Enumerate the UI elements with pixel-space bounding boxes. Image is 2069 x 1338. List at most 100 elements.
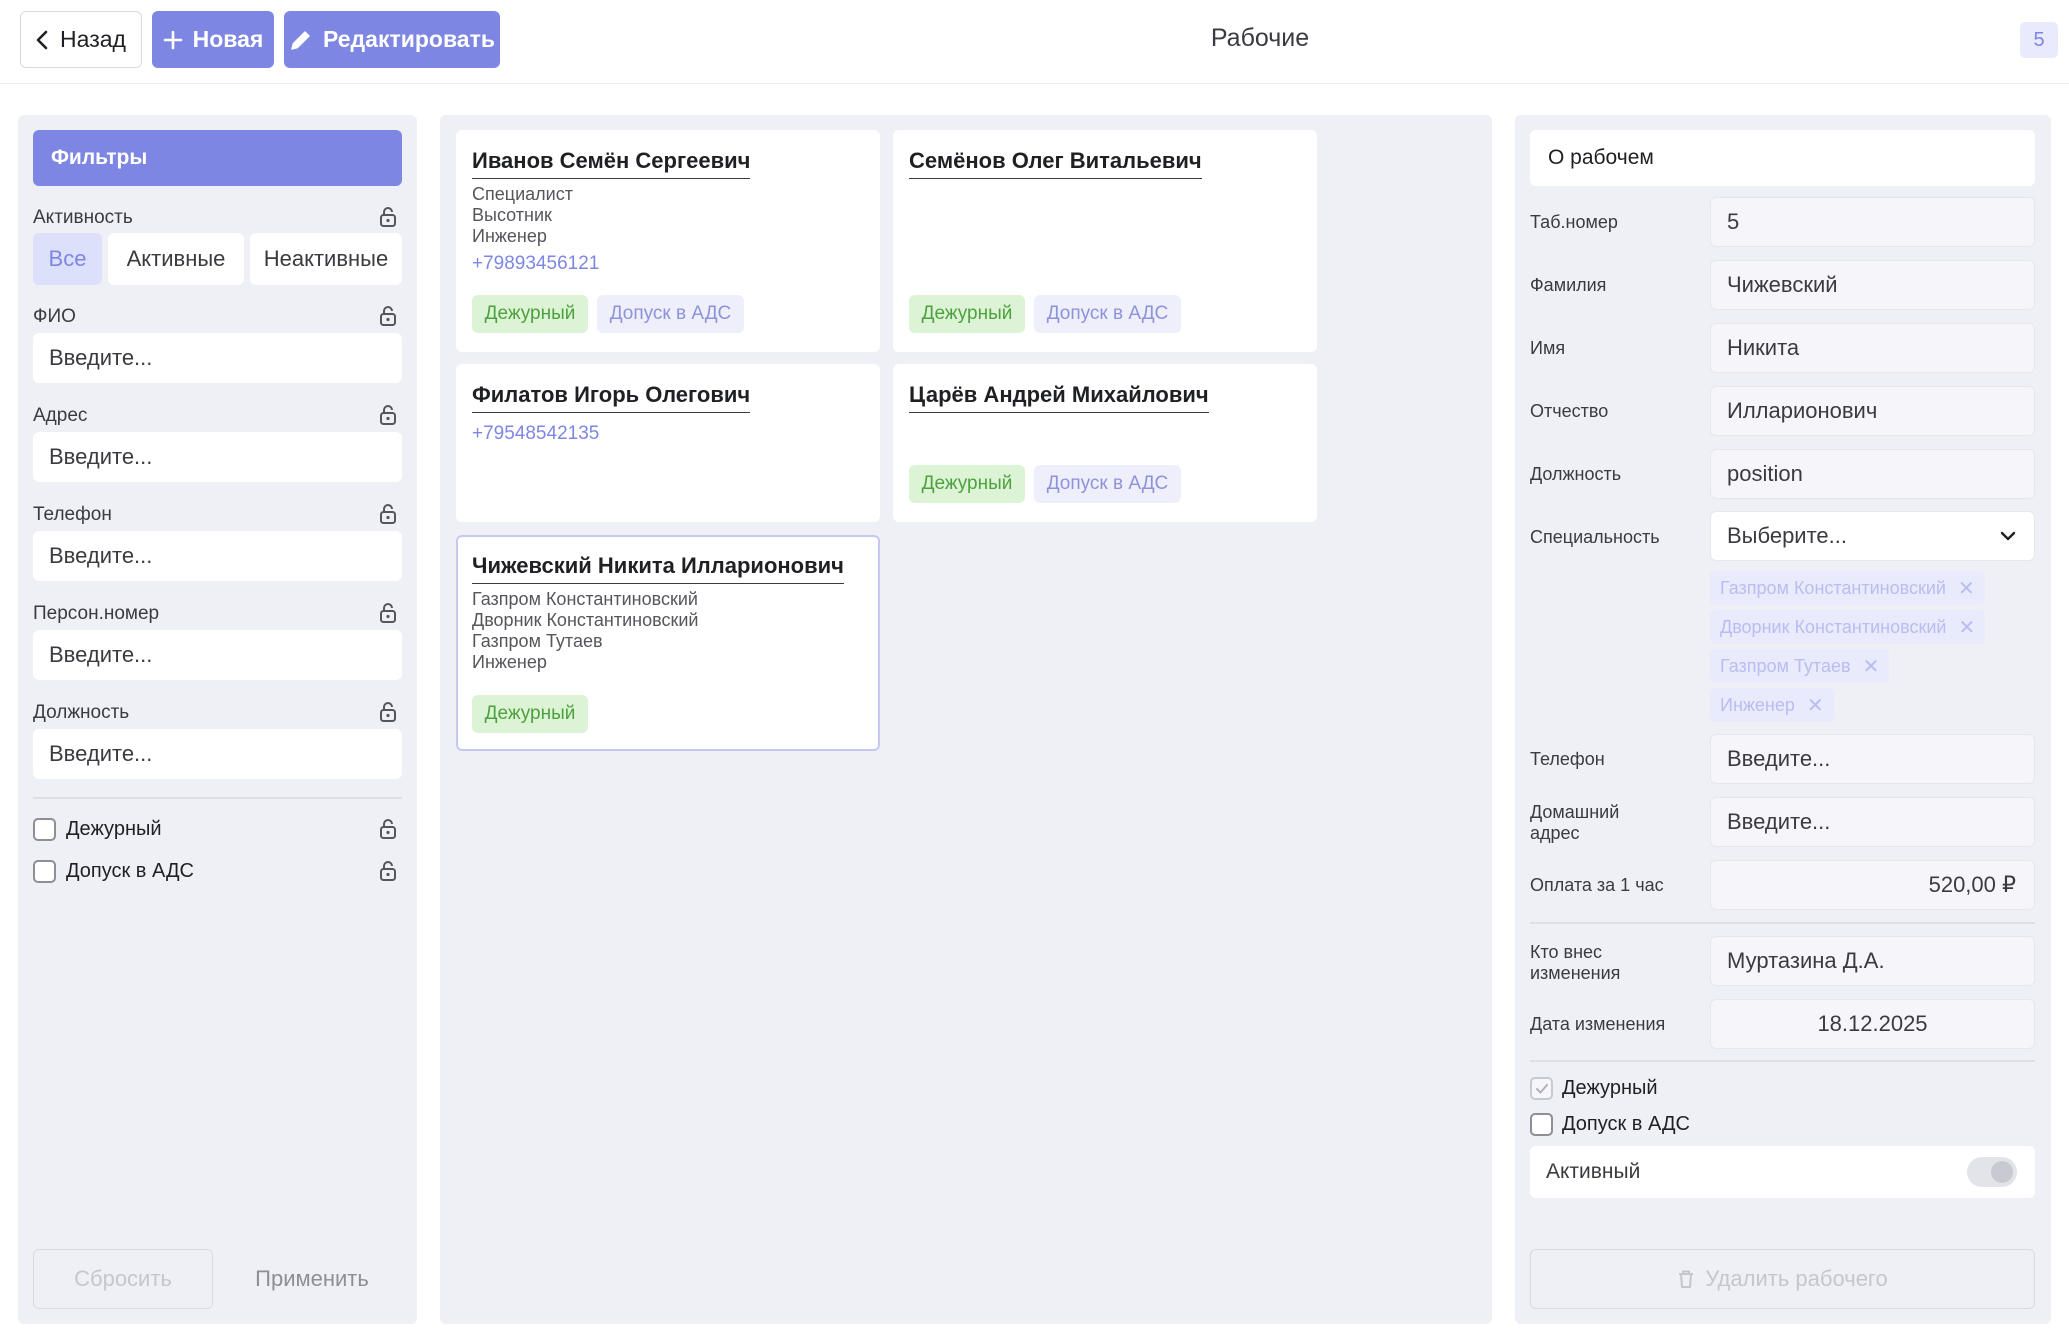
change-date-label: Дата изменения [1530,1014,1666,1034]
worker-card[interactable]: Филатов Игорь Олегович +79548542135 [456,364,880,522]
address-input[interactable]: Введите... [33,432,402,482]
details-divider [1530,1060,2035,1062]
home-address-label-line: Домашний [1530,802,1620,822]
position-label: Должность [1530,464,1622,484]
close-icon[interactable]: ✕ [1807,693,1824,718]
duty-checkbox-checked[interactable] [1530,1077,1553,1100]
phone-input[interactable]: Введите... [33,531,402,581]
worker-card[interactable]: Иванов Семён Сергеевич Специалист Высотн… [456,130,880,352]
lock-icon[interactable] [378,701,398,723]
worker-card-role: Специалист [472,184,573,204]
close-icon[interactable]: ✕ [1958,615,1975,640]
worker-details-title: О рабочем [1530,130,2035,186]
changed-by-field: Муртазина Д.А. [1710,936,2035,986]
ads-tag: Допуск в АДС [1034,465,1181,503]
specialty-chip: Дворник Константиновский ✕ [1710,610,1986,644]
delete-worker-button[interactable]: Удалить рабочего [1530,1249,2035,1309]
apply-button[interactable]: Применить [222,1249,402,1309]
person-number-label: Персон.номер [33,603,160,624]
last-name-field[interactable]: Чижевский [1710,260,2035,310]
worker-card-roles: Газпром Константиновский Дворник Констан… [472,589,698,673]
fio-label: ФИО [33,306,76,327]
specialty-chip: Газпром Константиновский ✕ [1710,571,1985,605]
new-button-label: Новая [192,26,264,52]
lock-icon[interactable] [378,602,398,624]
close-icon[interactable]: ✕ [1863,654,1880,679]
ads-tag: Допуск в АДС [1034,295,1181,333]
ads-checkbox[interactable] [1530,1113,1553,1136]
duty-label: Дежурный [1562,1077,1658,1099]
lock-icon[interactable] [378,305,398,327]
tab-number-field[interactable]: 5 [1710,197,2035,247]
specialty-chip-label: Дворник Константиновский [1720,616,1947,637]
specialty-label: Специальность [1530,527,1660,547]
first-name-field[interactable]: Никита [1710,323,2035,373]
page-title: Рабочие [1210,24,1310,52]
edit-button[interactable]: Редактировать [284,11,500,68]
changed-by-label: Кто внес изменения [1530,942,1620,984]
lock-icon[interactable] [378,503,398,525]
trash-icon [1679,1270,1694,1288]
worker-card-role: Газпром Тутаев [472,631,603,651]
count-badge: 5 [2020,22,2058,58]
last-name-label: Фамилия [1530,275,1607,295]
activity-option-inactive[interactable]: Неактивные [250,233,402,285]
position-input[interactable]: Введите... [33,729,402,779]
filters-divider [33,797,402,799]
rate-field[interactable]: 520,00 ₽ [1710,860,2035,910]
duty-tag: Дежурный [472,295,588,333]
active-toggle[interactable] [1967,1157,2017,1187]
chevron-left-icon [36,30,48,49]
back-button[interactable]: Назад [20,11,142,68]
filters-title: Фильтры [33,130,402,186]
worker-card[interactable]: Царёв Андрей Михайлович Дежурный Допуск … [893,364,1317,522]
home-address-field[interactable]: Введите... [1710,797,2035,847]
specialty-chip-label: Инженер [1720,694,1795,715]
duty-tag: Дежурный [909,295,1025,333]
worker-card[interactable]: Семёнов Олег Витальевич Дежурный Допуск … [893,130,1317,352]
worker-card-name: Филатов Игорь Олегович [472,382,751,413]
lock-icon[interactable] [378,818,398,840]
address-label: Адрес [33,405,88,426]
person-number-input[interactable]: Введите... [33,630,402,680]
ads-checkbox[interactable] [33,860,56,883]
duty-tag: Дежурный [472,695,588,733]
lock-icon[interactable] [378,206,398,228]
lock-icon[interactable] [378,404,398,426]
lock-icon[interactable] [378,860,398,882]
worker-card-role: Дворник Константиновский [472,610,699,630]
patronymic-field[interactable]: Илларионович [1710,386,2035,436]
details-divider [1530,922,2035,924]
activity-segmented-control: Все Активные Неактивные [33,233,402,285]
worker-card-name: Иванов Семён Сергеевич [472,148,751,179]
tab-number-label: Таб.номер [1530,212,1618,232]
specialty-select[interactable]: Выберите... [1710,511,2035,561]
plus-icon [163,30,182,49]
worker-card-name: Царёв Андрей Михайлович [909,382,1209,413]
toggle-knob [1991,1161,2013,1183]
fio-input[interactable]: Введите... [33,333,402,383]
close-icon[interactable]: ✕ [1958,576,1975,601]
activity-option-all[interactable]: Все [33,233,102,285]
phone-label: Телефон [33,504,112,525]
active-label: Активный [1546,1160,1641,1183]
reset-button[interactable]: Сбросить [33,1249,213,1309]
ads-checkbox-label: Допуск в АДС [66,860,194,882]
home-address-label: Домашний адрес [1530,802,1619,844]
worker-card-phone: +79893456121 [472,253,600,274]
worker-card-role: Высотник [472,205,552,225]
first-name-label: Имя [1530,338,1566,358]
worker-card-role: Инженер [472,652,547,672]
activity-option-active[interactable]: Активные [108,233,244,285]
position-field[interactable]: position [1710,449,2035,499]
back-button-label: Назад [60,26,126,52]
new-worker-button[interactable]: Новая [152,11,274,68]
phone-field[interactable]: Введите... [1710,734,2035,784]
worker-card-phone: +79548542135 [472,423,600,444]
rate-label: Оплата за 1 час [1530,875,1664,895]
delete-worker-label: Удалить рабочего [1705,1266,1888,1291]
position-label: Должность [33,702,130,723]
changed-by-label-line: Кто внес [1530,942,1603,962]
worker-card-selected[interactable]: Чижевский Никита Илларионович Газпром Ко… [456,535,880,751]
duty-checkbox[interactable] [33,818,56,841]
